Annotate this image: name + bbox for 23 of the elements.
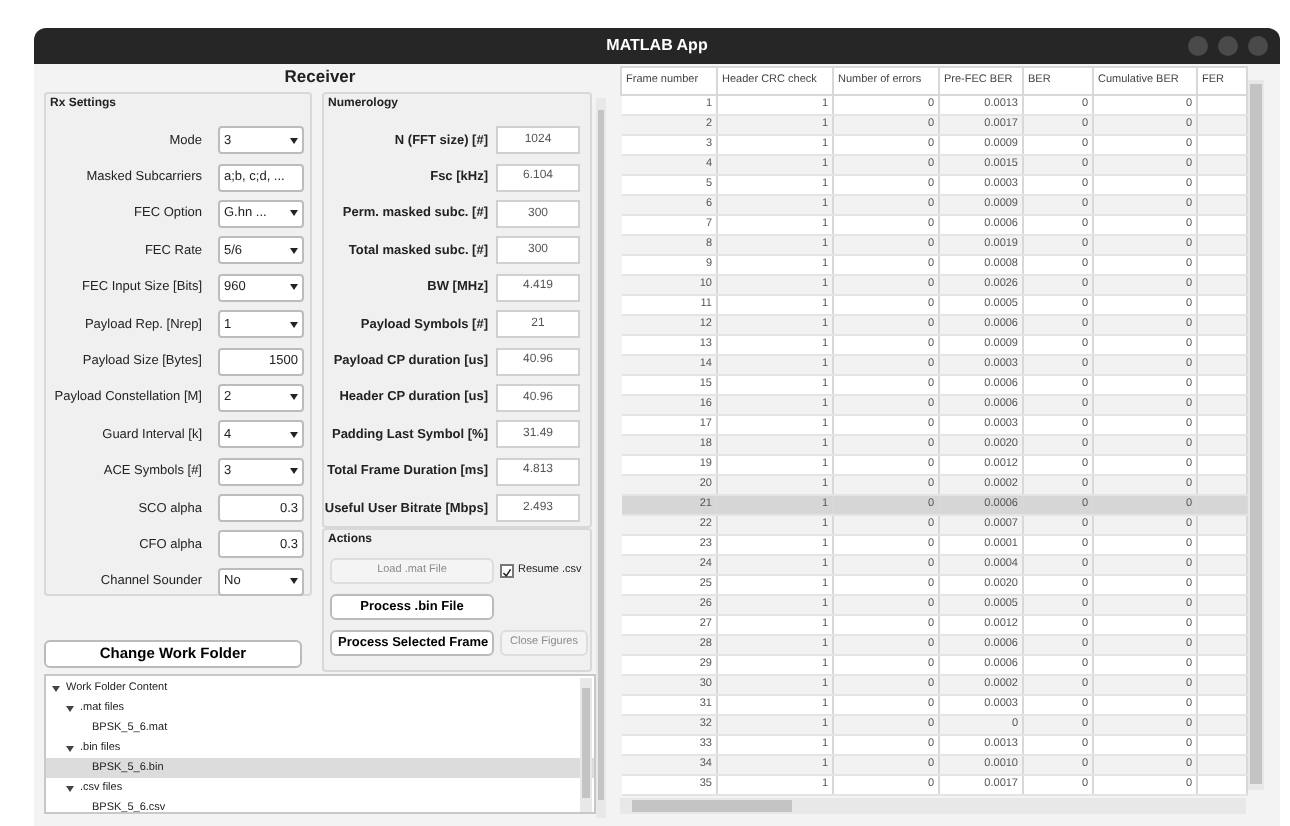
expand-icon[interactable] xyxy=(66,745,74,751)
caret-icon xyxy=(290,578,298,585)
checkbox[interactable] xyxy=(500,564,514,578)
caret-icon xyxy=(290,394,298,401)
scrollbar[interactable] xyxy=(620,798,1246,814)
caret-icon xyxy=(290,247,298,254)
window-title: MATLAB App xyxy=(606,37,708,55)
caret-icon xyxy=(290,431,298,438)
expand-icon[interactable] xyxy=(66,785,74,791)
expand-icon[interactable] xyxy=(66,705,74,711)
caret-icon xyxy=(290,137,298,144)
panel-title: Receiver xyxy=(284,68,356,88)
caret-icon xyxy=(290,210,298,217)
caret-icon xyxy=(290,468,298,475)
minimize-button[interactable] xyxy=(1188,36,1208,56)
scrollbar[interactable] xyxy=(596,98,606,818)
scrollbar[interactable] xyxy=(580,678,592,812)
expand-icon[interactable] xyxy=(52,685,60,691)
caret-icon xyxy=(290,321,298,328)
scrollbar[interactable] xyxy=(1248,80,1264,790)
maximize-button[interactable] xyxy=(1218,36,1238,56)
caret-icon xyxy=(290,284,298,291)
close-button[interactable] xyxy=(1248,36,1268,56)
